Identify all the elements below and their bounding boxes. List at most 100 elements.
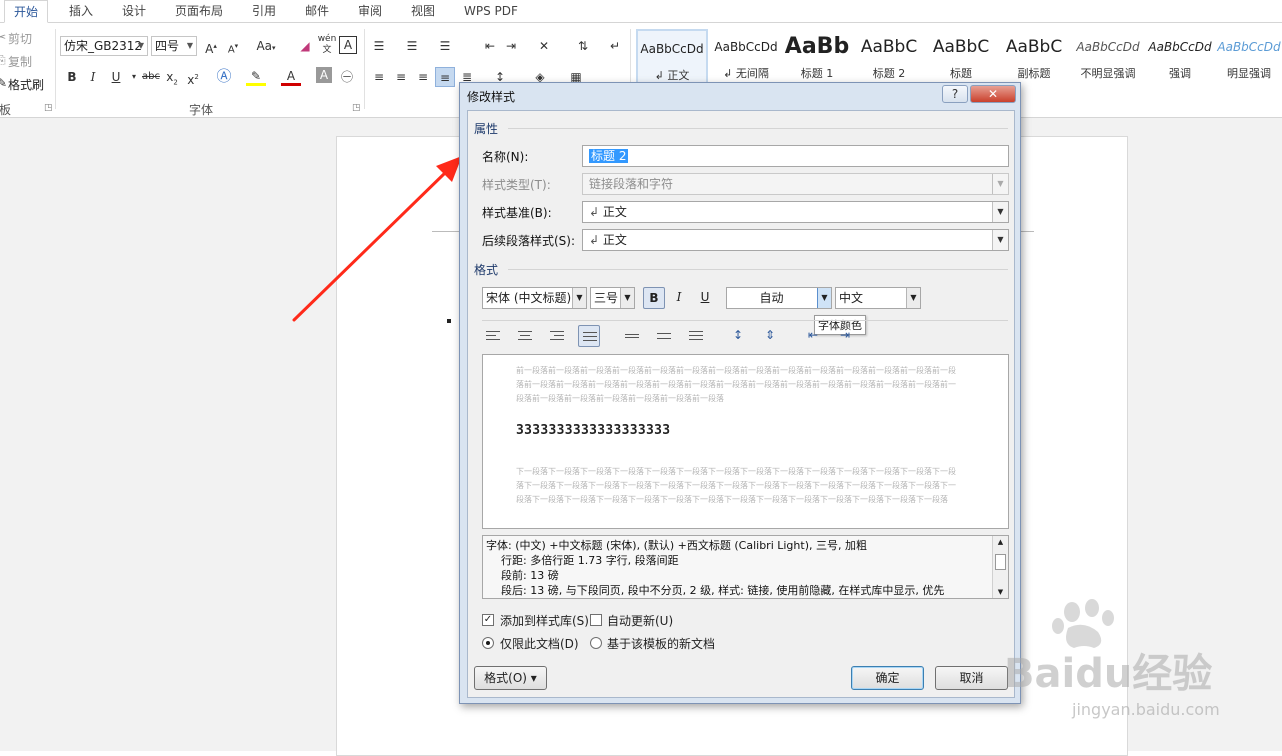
- help-button[interactable]: ?: [942, 85, 968, 103]
- tab-mailings[interactable]: 邮件: [301, 0, 333, 23]
- dialog-title: 修改样式: [467, 90, 516, 104]
- increase-indent-icon[interactable]: ⇥: [834, 325, 856, 347]
- decrease-spacing-icon[interactable]: ⇕: [759, 325, 781, 347]
- phonetic-guide-button[interactable]: wén 文: [317, 34, 337, 55]
- numbering-icon[interactable]: ☰: [402, 36, 422, 56]
- style-subtle-emphasis[interactable]: AaBbCcDd 不明显强调: [1072, 29, 1144, 91]
- double-spacing-icon[interactable]: [685, 325, 707, 347]
- dialog-align-right-icon[interactable]: [546, 325, 568, 347]
- copy-button[interactable]: 复制: [8, 53, 32, 70]
- format-menu-button[interactable]: 格式(O) ▾: [474, 666, 547, 690]
- align-left-icon[interactable]: ≡: [369, 67, 389, 87]
- font-color-combo[interactable]: 自动 ▼: [726, 287, 832, 309]
- decrease-indent-icon[interactable]: ⇤: [802, 325, 824, 347]
- tab-references[interactable]: 引用: [248, 0, 280, 23]
- justify-icon[interactable]: ≡: [435, 67, 455, 87]
- chevron-down-icon[interactable]: ▼: [992, 202, 1008, 222]
- dialog-titlebar[interactable]: 修改样式 ? ✕: [460, 83, 1020, 109]
- dialog-bold-button[interactable]: B: [643, 287, 665, 309]
- chinese-layout-icon[interactable]: ✕: [534, 36, 554, 56]
- shrink-font-icon[interactable]: A▾: [223, 36, 243, 56]
- dialog-underline-button[interactable]: U: [694, 287, 716, 309]
- scroll-down-icon[interactable]: ▼: [993, 586, 1008, 598]
- multilevel-list-icon[interactable]: ☰: [435, 36, 455, 56]
- chevron-down-icon[interactable]: ▼: [184, 37, 196, 55]
- auto-update-checkbox[interactable]: [590, 614, 602, 626]
- new-documents-radio[interactable]: [590, 637, 602, 649]
- dialog-italic-button[interactable]: I: [668, 287, 690, 309]
- show-paragraph-marks-icon[interactable]: ↵: [605, 36, 625, 56]
- copy-icon[interactable]: ⎘: [0, 53, 6, 68]
- character-shading-icon[interactable]: A: [316, 67, 332, 83]
- font-name-combo[interactable]: 仿宋_GB2312 ▼: [60, 36, 148, 56]
- style-intense-emphasis[interactable]: AaBbCcDd 明显强调: [1216, 29, 1282, 91]
- strikethrough-button[interactable]: abc: [140, 67, 162, 87]
- dialog-size-combo[interactable]: 三号 ▼: [590, 287, 635, 309]
- dialog-align-left-icon[interactable]: [482, 325, 504, 347]
- highlight-icon[interactable]: ✎: [246, 66, 266, 86]
- superscript-button[interactable]: x2: [183, 67, 203, 87]
- bold-button[interactable]: B: [62, 67, 82, 87]
- character-border-button[interactable]: A: [339, 36, 357, 54]
- tab-home[interactable]: 开始: [4, 0, 48, 23]
- chevron-down-icon[interactable]: ▼: [572, 288, 586, 308]
- scroll-up-icon[interactable]: ▲: [993, 536, 1008, 548]
- one-half-spacing-icon[interactable]: [653, 325, 675, 347]
- change-case-button[interactable]: Aa▾: [253, 36, 279, 56]
- font-size-combo[interactable]: 四号 ▼: [151, 36, 197, 56]
- add-to-gallery-checkbox[interactable]: ✓: [482, 614, 494, 626]
- bullets-icon[interactable]: ☰: [369, 36, 389, 56]
- font-launcher-icon[interactable]: ◳: [352, 103, 361, 113]
- dialog-size-value: 三号: [594, 291, 619, 305]
- increase-indent-icon[interactable]: ⇥: [501, 36, 521, 56]
- ok-button[interactable]: 确定: [851, 666, 924, 690]
- italic-button[interactable]: I: [83, 67, 103, 87]
- tab-design[interactable]: 设计: [118, 0, 150, 23]
- enclosed-character-icon[interactable]: ㊀: [337, 67, 357, 87]
- description-scrollbar[interactable]: ▲ ▼: [992, 536, 1008, 598]
- cut-icon[interactable]: ✂: [0, 30, 6, 44]
- tab-insert[interactable]: 插入: [65, 0, 97, 23]
- only-this-document-radio[interactable]: [482, 637, 494, 649]
- subscript-button[interactable]: x2: [162, 67, 182, 87]
- cut-button[interactable]: 剪切: [8, 30, 32, 47]
- style-emphasis[interactable]: AaBbCcDd 强调: [1144, 29, 1216, 91]
- dialog-justify-icon[interactable]: [578, 325, 600, 347]
- tab-wps-pdf[interactable]: WPS PDF: [460, 0, 522, 23]
- align-center-icon[interactable]: ≡: [391, 67, 411, 87]
- section-divider: [508, 128, 1008, 129]
- underline-button[interactable]: U: [106, 67, 126, 87]
- scroll-thumb[interactable]: [995, 554, 1006, 570]
- add-to-gallery-label: 添加到样式库(S): [500, 614, 589, 628]
- clipboard-launcher-icon[interactable]: ◳: [44, 103, 53, 113]
- chevron-down-icon[interactable]: ▼: [135, 37, 147, 55]
- grow-font-icon[interactable]: A▴: [201, 36, 221, 56]
- script-combo[interactable]: 中文 ▼: [835, 287, 921, 309]
- format-painter-button[interactable]: 格式刷: [8, 76, 44, 93]
- increase-spacing-icon[interactable]: ↕: [727, 325, 749, 347]
- chevron-down-icon[interactable]: ▼: [992, 230, 1008, 250]
- format-painter-icon[interactable]: ✎: [0, 76, 7, 90]
- align-right-icon[interactable]: ≡: [413, 67, 433, 87]
- clear-formatting-icon[interactable]: ◢: [295, 36, 315, 56]
- decrease-indent-icon[interactable]: ⇤: [480, 36, 500, 56]
- paragraph-mark-icon: ↲: [589, 205, 600, 219]
- chevron-down-icon[interactable]: ▼: [817, 288, 831, 308]
- font-color-icon[interactable]: A: [281, 66, 301, 86]
- tab-review[interactable]: 审阅: [354, 0, 386, 23]
- style-label: 强调: [1169, 67, 1191, 80]
- text-effects-icon[interactable]: Ⓐ: [214, 66, 234, 86]
- chevron-down-icon[interactable]: ▼: [620, 288, 634, 308]
- style-sample: AaBbCcDd: [1217, 40, 1281, 54]
- next-style-select[interactable]: ↲ 正文 ▼: [582, 229, 1009, 251]
- tab-page-layout[interactable]: 页面布局: [171, 0, 227, 23]
- tab-view[interactable]: 视图: [407, 0, 439, 23]
- single-spacing-icon[interactable]: [621, 325, 643, 347]
- dialog-align-center-icon[interactable]: [514, 325, 536, 347]
- sort-icon[interactable]: ⇅: [573, 36, 593, 56]
- close-button[interactable]: ✕: [970, 85, 1016, 103]
- based-on-select[interactable]: ↲ 正文 ▼: [582, 201, 1009, 223]
- style-name-input[interactable]: 标题 2: [582, 145, 1009, 167]
- dialog-font-combo[interactable]: 宋体 (中文标题) ▼: [482, 287, 587, 309]
- chevron-down-icon[interactable]: ▼: [906, 288, 920, 308]
